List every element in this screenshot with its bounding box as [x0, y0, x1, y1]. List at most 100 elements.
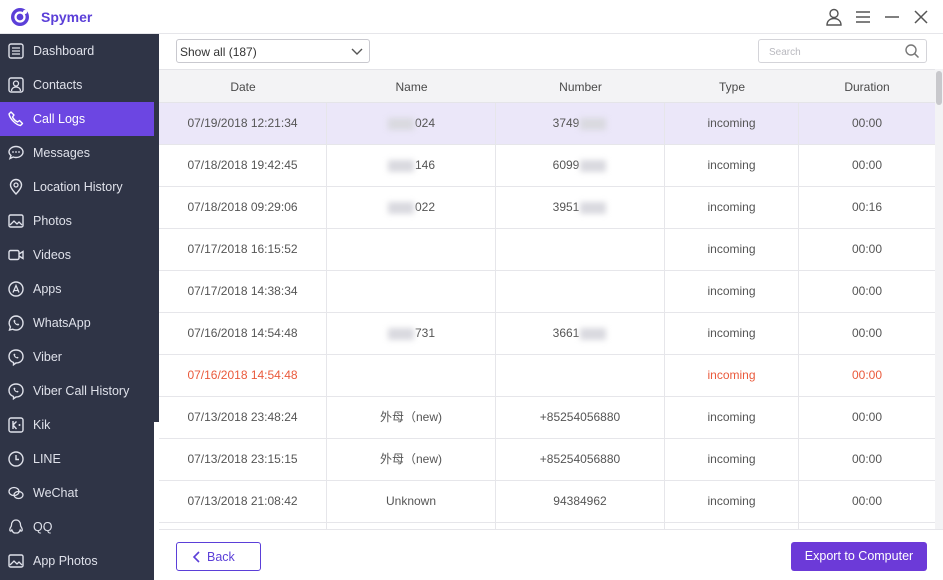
- sidebar-item-whatsapp[interactable]: WhatsApp: [0, 306, 154, 340]
- sidebar-item-wechat[interactable]: WeChat: [0, 476, 154, 510]
- table-row[interactable]: 07/16/2018 14:54:48 731 3661 incoming 00:00: [159, 313, 935, 355]
- scrollbar-thumb[interactable]: [936, 71, 942, 105]
- sidebar-item-videos[interactable]: Videos: [0, 238, 154, 272]
- sidebar-item-qq[interactable]: QQ: [0, 510, 154, 544]
- table-row[interactable]: 07/19/2018 12:21:34 024 3749 incoming 00:00: [159, 103, 935, 145]
- qq-icon: [7, 518, 25, 536]
- back-button[interactable]: Back: [176, 542, 261, 571]
- menu-icon[interactable]: [853, 7, 873, 27]
- sidebar-item-label: Apps: [33, 282, 62, 296]
- cell-name: Unknown: [327, 481, 496, 522]
- cell-text: 146: [414, 158, 436, 172]
- table-row[interactable]: 07/13/2018 21:08:42 Unknown 94384962 incomi…: [159, 481, 935, 523]
- cell-number: +85254056880: [496, 439, 665, 480]
- app-name: Spymer: [41, 9, 93, 25]
- cell-text: incoming: [707, 410, 756, 424]
- cell-type: incoming: [665, 145, 799, 186]
- cell-name: 022: [327, 187, 496, 228]
- sidebar-item-photos[interactable]: Photos: [0, 204, 154, 238]
- sidebar-item-label: Dashboard: [33, 44, 95, 58]
- cell-type: incoming: [665, 103, 799, 144]
- user-icon[interactable]: [824, 7, 844, 27]
- kik-icon: [7, 416, 25, 434]
- redacted-blur: [580, 201, 607, 214]
- sidebar-item-viber-call-history[interactable]: Viber Call History: [0, 374, 154, 408]
- sidebar-item-dashboard[interactable]: Dashboard: [0, 34, 154, 68]
- cell-text: 024: [414, 116, 436, 130]
- cell-text: 00:00: [851, 158, 883, 172]
- cell-date: 07/13/2018 23:15:15: [159, 439, 327, 480]
- sidebar-item-label: Kik: [33, 418, 51, 432]
- cell-text: 3951: [552, 200, 580, 214]
- table-scrollbar[interactable]: [935, 69, 943, 529]
- cell-name: 146: [327, 145, 496, 186]
- cell-text: 07/18/2018 09:29:06: [187, 200, 298, 214]
- sidebar-item-label: Photos: [33, 214, 72, 228]
- cell-duration: 00:00: [799, 271, 935, 312]
- cell-text: 00:16: [851, 200, 883, 214]
- sidebar-item-contacts[interactable]: Contacts: [0, 68, 154, 102]
- export-to-computer-button[interactable]: Export to Computer: [791, 542, 927, 571]
- sidebar-item-kik[interactable]: Kik: [0, 408, 154, 442]
- cell-number: 3661: [496, 313, 665, 354]
- cell-duration: 00:00: [799, 355, 935, 396]
- cell-text: 外母（new): [379, 452, 442, 466]
- cell-date: 07/18/2018 19:42:45: [159, 145, 327, 186]
- cell-date: 07/16/2018 14:54:48: [159, 355, 327, 396]
- redacted-blur: [387, 327, 414, 340]
- cell-number: [496, 271, 665, 312]
- cell-text: 00:00: [851, 284, 883, 298]
- sidebar-item-viber[interactable]: Viber: [0, 340, 154, 374]
- column-header-duration[interactable]: Duration: [799, 80, 935, 94]
- close-icon[interactable]: [911, 7, 931, 27]
- sidebar-item-app-photos[interactable]: App Photos: [0, 544, 154, 578]
- cell-text: 00:00: [851, 242, 883, 256]
- sidebar-item-messages[interactable]: Messages: [0, 136, 154, 170]
- sidebar-item-line[interactable]: LINE: [0, 442, 154, 476]
- cell-text: 07/13/2018 23:48:24: [187, 410, 298, 424]
- cell-text: 07/17/2018 16:15:52: [187, 242, 298, 256]
- table-row[interactable]: 07/17/2018 16:15:52 incoming 00:00: [159, 229, 935, 271]
- table-row[interactable]: 07/18/2018 09:29:06 022 3951 incoming 00:16: [159, 187, 935, 229]
- cell-text: 07/16/2018 14:54:48: [187, 368, 298, 382]
- column-header-date[interactable]: Date: [159, 80, 327, 94]
- cell-text: incoming: [707, 242, 756, 256]
- search-icon[interactable]: [904, 43, 920, 59]
- sidebar-item-label: LINE: [33, 452, 61, 466]
- table-row[interactable]: 07/13/2018 23:48:24 外母（new) +85254056880 in…: [159, 397, 935, 439]
- chevron-down-icon: [350, 44, 364, 58]
- cell-number: 94384962: [496, 481, 665, 522]
- sidebar-item-label: Contacts: [33, 78, 83, 92]
- column-header-number[interactable]: Number: [496, 80, 665, 94]
- minimize-icon[interactable]: [882, 7, 902, 27]
- sidebar-item-apps[interactable]: Apps: [0, 272, 154, 306]
- cell-text: incoming: [707, 284, 756, 298]
- sidebar-item-location-history[interactable]: Location History: [0, 170, 154, 204]
- cell-duration: 00:00: [799, 103, 935, 144]
- search-input[interactable]: [767, 43, 901, 61]
- sidebar-item-label: Messages: [33, 146, 90, 160]
- cell-name: 外母（new): [327, 397, 496, 438]
- table-row[interactable]: 07/18/2018 19:42:45 146 6099 incoming 00:00: [159, 145, 935, 187]
- apps-icon: [7, 280, 25, 298]
- cell-text: 00:00: [851, 452, 883, 466]
- cell-text: 00:00: [851, 326, 883, 340]
- cell-text: 07/16/2018 14:54:48: [187, 326, 298, 340]
- video-camera-icon: [7, 246, 25, 264]
- column-header-name[interactable]: Name: [327, 80, 496, 94]
- sidebar-item-call-logs[interactable]: Call Logs: [0, 102, 154, 136]
- table-row[interactable]: 07/17/2018 14:38:34 incoming 00:00: [159, 271, 935, 313]
- cell-text: incoming: [707, 158, 756, 172]
- title-bar: Spymer: [0, 0, 943, 34]
- cell-text: incoming: [707, 452, 756, 466]
- cell-text: 022: [414, 200, 436, 214]
- table-row[interactable]: 07/13/2018 23:15:15 外母（new) +85254056880 in…: [159, 439, 935, 481]
- redacted-blur: [387, 201, 414, 214]
- sidebar-item-label: QQ: [33, 520, 53, 534]
- table-row[interactable]: 07/16/2018 14:54:48 incoming 00:00: [159, 355, 935, 397]
- chevron-left-icon: [191, 550, 203, 564]
- column-header-type[interactable]: Type: [665, 80, 799, 94]
- whatsapp-icon: [7, 314, 25, 332]
- cell-name: [327, 229, 496, 270]
- filter-dropdown[interactable]: Show all (187): [176, 39, 370, 63]
